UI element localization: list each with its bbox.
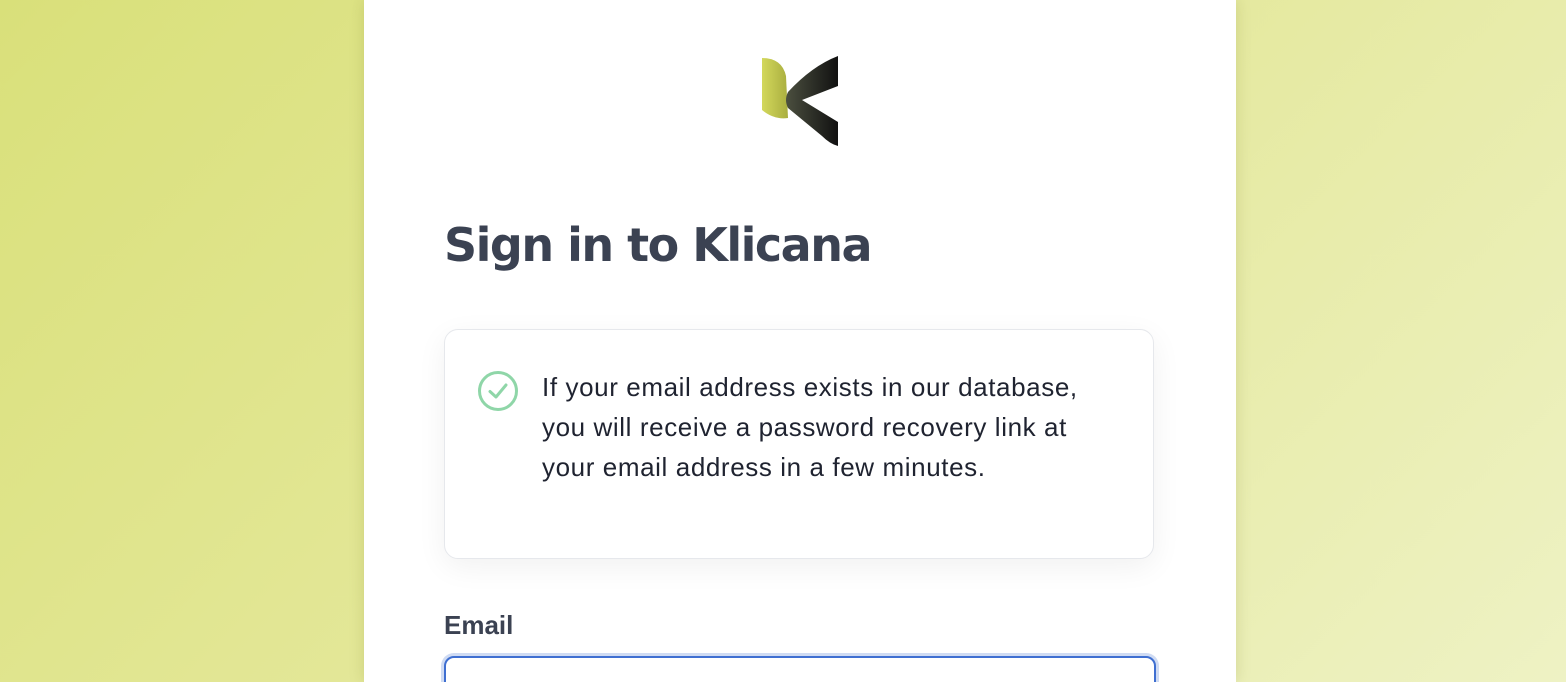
email-input[interactable] bbox=[444, 656, 1156, 682]
alert-message: If your email address exists in our data… bbox=[542, 372, 1078, 482]
email-label: Email bbox=[444, 610, 514, 640]
page-title: Sign in to Klicana bbox=[444, 218, 873, 272]
check-circle-icon bbox=[478, 371, 518, 411]
klicana-logo-icon bbox=[762, 56, 838, 146]
password-recovery-alert: If your email address exists in our data… bbox=[444, 329, 1154, 559]
sign-in-panel: Sign in to Klicana If your email address… bbox=[364, 0, 1236, 682]
